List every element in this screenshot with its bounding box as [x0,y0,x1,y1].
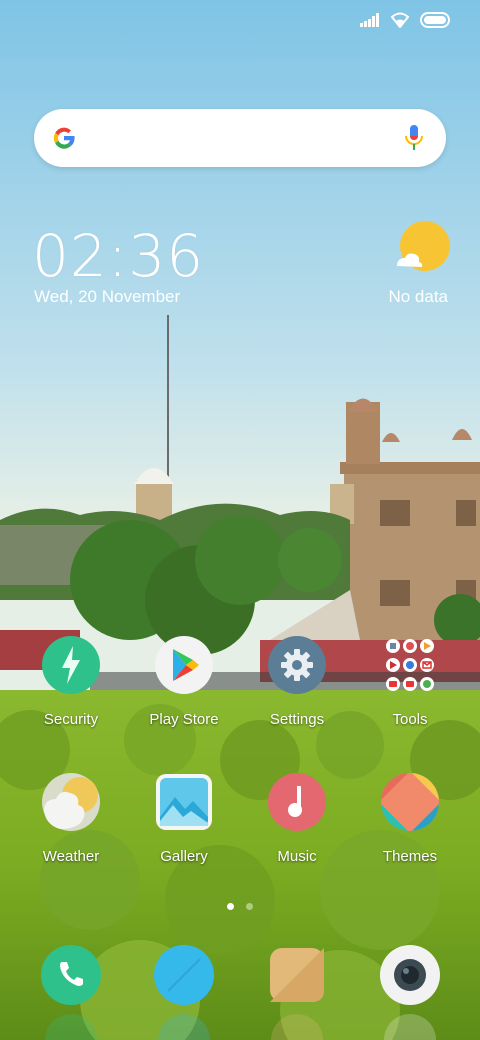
app-label: Themes [382,848,438,865]
browser-icon[interactable] [266,944,328,1006]
app-tools-folder[interactable]: Tools [355,634,465,728]
tools-folder-icon [386,639,434,691]
app-settings[interactable]: Settings [242,634,352,728]
app-label: Settings [269,711,325,728]
security-icon [42,636,100,694]
music-icon [268,773,326,831]
camera-icon[interactable] [379,944,441,1006]
gallery-icon [156,774,212,830]
clock-time[interactable]: 02:36 [32,224,204,288]
page-dot[interactable] [246,903,254,910]
app-label: Music [277,848,317,865]
weather-status: No data [388,287,448,306]
clock-date: Wed, 20 November [34,287,181,306]
themes-icon [381,773,439,831]
app-weather[interactable]: Weather [16,771,126,865]
signal-icon [360,13,379,27]
app-label: Security [43,711,99,728]
phone-icon[interactable] [40,944,102,1006]
page-dot-active[interactable] [226,903,234,910]
weather-icon [42,773,100,831]
battery-icon [420,12,450,28]
page-indicator [0,897,480,915]
app-gallery[interactable]: Gallery [129,771,239,865]
messages-icon[interactable] [153,944,215,1006]
status-bar [0,0,480,44]
app-label: Tools [392,711,428,728]
sun-cloud-icon[interactable] [395,220,451,276]
settings-gear-icon [268,636,326,694]
google-search-bar[interactable] [34,109,446,167]
play-store-icon [155,636,213,694]
app-label: Gallery [160,848,208,865]
app-play-store[interactable]: Play Store [129,634,239,728]
google-g-icon [53,127,75,149]
wifi-icon [390,12,410,28]
app-security[interactable]: Security [16,634,126,728]
app-label: Weather [42,848,100,865]
microphone-icon[interactable] [404,124,424,152]
app-label: Play Store [149,711,219,728]
app-themes[interactable]: Themes [355,771,465,865]
app-music[interactable]: Music [242,771,352,865]
